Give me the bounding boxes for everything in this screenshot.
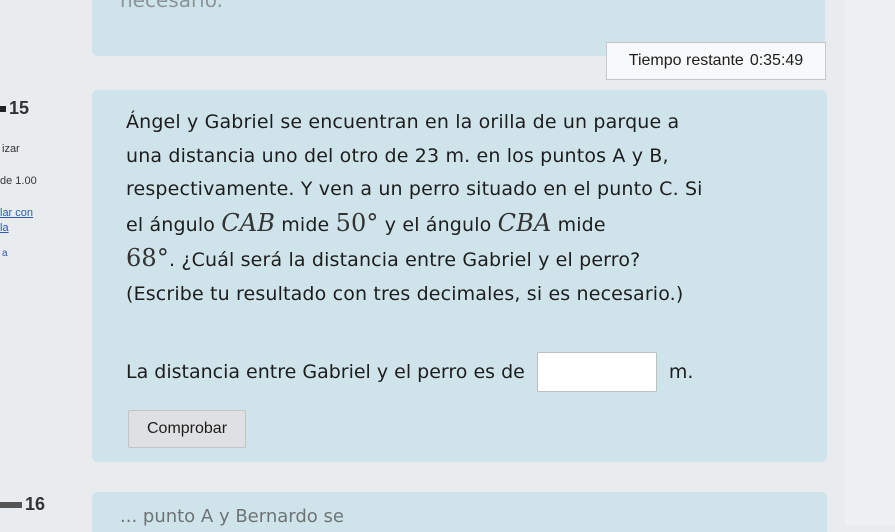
question-line-2: una distancia uno del otro de 23 m. en l… [126,144,669,167]
text-fragment: el ángulo [126,213,222,236]
question-line-6: (Escribe tu resultado con tres decimales… [126,282,684,305]
question-line-3: respectivamente. Y ven a un perro situad… [126,178,703,200]
flag-question-link[interactable]: lar con [0,207,33,219]
answer-line: La distancia entre Gabriel y el perro es… [126,352,693,392]
question-points: de 1.00 [0,175,37,187]
square-icon [0,502,22,509]
degree-symbol: ° [366,208,379,237]
square-icon [0,106,6,113]
angle-cab-value: 50 [335,208,367,237]
answer-input[interactable] [536,352,657,392]
check-button[interactable]: Comprobar [128,410,246,448]
angle-cba-value: 68 [126,244,157,272]
next-question-number: 16 [0,494,45,515]
degree-symbol: ° [156,244,169,272]
question-line-4: el ángulo CAB mide 50° y el ángulo CBA m… [126,207,816,243]
answer-unit: m. [668,361,694,383]
question-text: Ángel y Gabriel se encuentran en la oril… [126,106,816,311]
answer-prefix: La distancia entre Gabriel y el perro es… [126,361,525,383]
question-status: izar [2,143,20,155]
sidebar: 15 izar de 1.00 lar con la a 16 [0,0,92,526]
question-line-5: 68°. ¿Cuál será la distancia entre Gabri… [126,242,816,278]
right-edge [845,0,895,526]
question-line-1: Ángel y Gabriel se encuentran en la oril… [126,111,680,133]
next-question-preview: ... punto A y Bernardo se [120,506,344,527]
timer-value: 0:35:49 [749,52,804,69]
flag-question-link-3[interactable]: a [2,248,8,259]
top-card-text: necesario. [120,0,223,12]
flag-question-link-2[interactable]: la [0,222,9,234]
text-fragment: mide [275,213,336,236]
text-fragment: . ¿Cuál será la distancia entre Gabriel … [169,249,641,271]
text-fragment: mide [551,213,606,236]
text-fragment: y el ángulo [378,213,498,236]
angle-cba: CBA [497,208,552,237]
question-number: 15 [0,98,29,119]
timer-box: Tiempo restante 0:35:49 [606,42,826,80]
timer-label: Tiempo restante [628,52,744,69]
angle-cab: CAB [221,208,276,237]
